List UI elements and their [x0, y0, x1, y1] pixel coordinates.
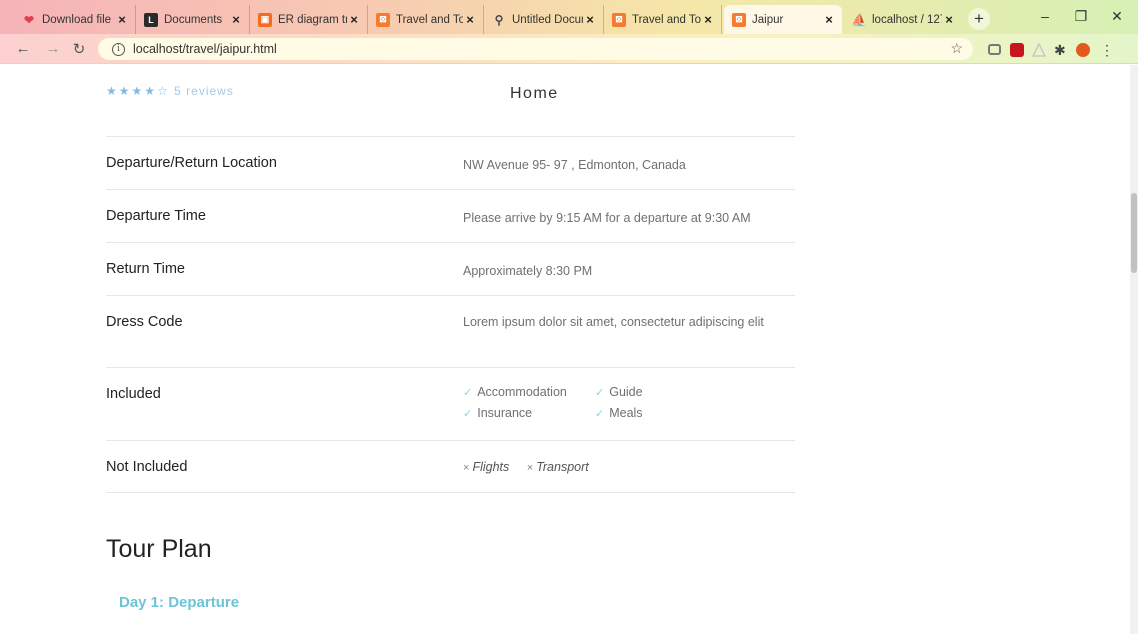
browser-tab-strip: ❤ Download file × L Documents × ▣ ER dia… — [0, 0, 1138, 34]
check-icon: ✓ — [463, 387, 473, 399]
tour-details-table: Departure/Return Location NW Avenue 95- … — [106, 136, 795, 493]
tab-close-icon[interactable]: × — [229, 12, 243, 27]
cross-icon: × — [463, 462, 470, 474]
tab-close-icon[interactable]: × — [115, 12, 129, 27]
camera-extension-icon[interactable] — [988, 44, 1001, 55]
tab-close-icon[interactable]: × — [463, 12, 477, 27]
table-row: Departure Time Please arrive by 9:15 AM … — [106, 189, 795, 242]
detail-value: Approximately 8:30 PM — [463, 264, 593, 278]
table-row: Not Included × Flights × Transport — [106, 440, 795, 493]
check-icon: ✓ — [595, 408, 605, 420]
table-row: Departure/Return Location NW Avenue 95- … — [106, 136, 795, 189]
tab-close-icon[interactable]: × — [583, 12, 597, 27]
tab-favicon-icon: ⊠ — [376, 12, 390, 27]
included-item: ✓ Accommodation — [463, 385, 567, 399]
detail-value: Lorem ipsum dolor sit amet, consectetur … — [463, 315, 764, 329]
tab-favicon-icon: ⊠ — [612, 12, 626, 27]
check-icon: ✓ — [595, 387, 605, 399]
restore-button[interactable]: ❐ — [1066, 8, 1096, 25]
tab-title: Untitled Docum — [512, 13, 583, 26]
tab-favicon-icon: ⚲ — [494, 12, 504, 27]
tab-favicon-icon: ⛵ — [851, 12, 867, 27]
url-text: localhost/travel/jaipur.html — [133, 42, 277, 56]
not-included-item: × Flights — [463, 460, 510, 474]
extensions-puzzle-icon[interactable]: ✱ — [1054, 43, 1068, 57]
included-item: ✓ Guide — [595, 385, 643, 399]
tab-favicon-icon: ⊠ — [732, 12, 746, 27]
cross-icon: × — [526, 462, 534, 474]
browser-toolbar: ← → ↻ i localhost/travel/jaipur.html ☆ ✱… — [0, 34, 1138, 64]
tab-title: ER diagram tro — [278, 13, 347, 26]
tab-title: Download file — [42, 13, 112, 26]
address-bar[interactable]: i localhost/travel/jaipur.html ☆ — [98, 38, 973, 60]
tab-favicon-icon: ❤ — [23, 12, 35, 27]
detail-label: Departure Time — [106, 208, 206, 224]
tab-title: localhost / 127 — [872, 13, 942, 26]
browser-tab[interactable]: ⚲ Untitled Docum × — [484, 5, 604, 34]
extension-icon[interactable] — [1010, 43, 1024, 57]
page-content: ★★★★☆ 5 reviews Home Departure/Return Lo… — [0, 65, 1130, 634]
detail-label: Dress Code — [106, 314, 183, 330]
rating: ★★★★☆ 5 reviews — [106, 84, 234, 98]
detail-value: NW Avenue 95- 97 , Edmonton, Canada — [463, 158, 686, 172]
browser-tab[interactable]: L Documents × — [136, 5, 250, 34]
included-list: ✓ Accommodation ✓ Guide ✓ Insurance ✓ Meals — [463, 368, 795, 440]
page-scrollbar[interactable] — [1130, 65, 1138, 634]
browser-tab[interactable]: ▣ ER diagram tro × — [250, 5, 368, 34]
day-1-title[interactable]: Day 1: Departure — [119, 594, 239, 611]
extension-faded-icon[interactable] — [1031, 42, 1047, 57]
detail-label: Departure/Return Location — [106, 155, 277, 171]
new-tab-button[interactable]: + — [968, 8, 990, 30]
rating-text: 5 reviews — [174, 84, 234, 98]
forward-arrow-icon[interactable]: → — [44, 40, 62, 57]
tab-close-icon[interactable]: × — [347, 12, 361, 27]
included-item: ✓ Meals — [595, 406, 643, 420]
tab-favicon-icon: L — [144, 12, 158, 27]
check-icon: ✓ — [463, 408, 473, 420]
rating-stars-icon: ★★★★☆ — [106, 84, 170, 98]
tab-close-icon[interactable]: × — [942, 12, 956, 27]
tab-title: Travel and Tou — [396, 13, 463, 26]
minimize-button[interactable]: – — [1030, 8, 1060, 24]
browser-tab-active[interactable]: ⊠ Jaipur × — [724, 5, 842, 34]
not-included-item: × Transport — [526, 460, 589, 474]
profile-avatar[interactable] — [1076, 43, 1090, 57]
tab-title: Jaipur — [752, 13, 784, 26]
tab-title: Documents — [164, 13, 223, 26]
bookmark-star-icon[interactable]: ☆ — [950, 40, 963, 57]
menu-kebab-icon[interactable]: ⋮ — [1100, 43, 1114, 57]
detail-value: Please arrive by 9:15 AM for a departure… — [463, 211, 751, 225]
browser-tab[interactable]: ❤ Download file × — [14, 5, 136, 34]
nav-home-link[interactable]: Home — [510, 85, 559, 103]
not-included-label: Not Included — [106, 459, 188, 475]
reload-icon[interactable]: ↻ — [70, 40, 88, 58]
table-row: Dress Code Lorem ipsum dolor sit amet, c… — [106, 295, 795, 367]
close-window-button[interactable]: ✕ — [1102, 8, 1132, 25]
browser-tab[interactable]: ⛵ localhost / 127 × — [844, 5, 962, 34]
included-label: Included — [106, 386, 161, 402]
tour-plan-heading: Tour Plan — [106, 535, 212, 563]
browser-tab[interactable]: ⊠ Travel and Tou × — [368, 5, 484, 34]
site-info-icon[interactable]: i — [112, 42, 125, 56]
table-row: Included ✓ Accommodation ✓ Guide ✓ Insuranc… — [106, 367, 795, 440]
scrollbar-thumb[interactable] — [1131, 193, 1137, 273]
tab-close-icon[interactable]: × — [701, 12, 715, 27]
tab-title: Travel and Tou — [632, 13, 701, 26]
detail-label: Return Time — [106, 261, 185, 277]
browser-tab[interactable]: ⊠ Travel and Tou × — [604, 5, 722, 34]
tab-close-icon[interactable]: × — [822, 12, 836, 27]
back-arrow-icon[interactable]: ← — [14, 40, 32, 57]
included-item: ✓ Insurance — [463, 406, 533, 420]
tab-favicon-icon: ▣ — [258, 12, 272, 27]
table-row: Return Time Approximately 8:30 PM — [106, 242, 795, 295]
not-included-list: × Flights × Transport — [463, 441, 795, 492]
